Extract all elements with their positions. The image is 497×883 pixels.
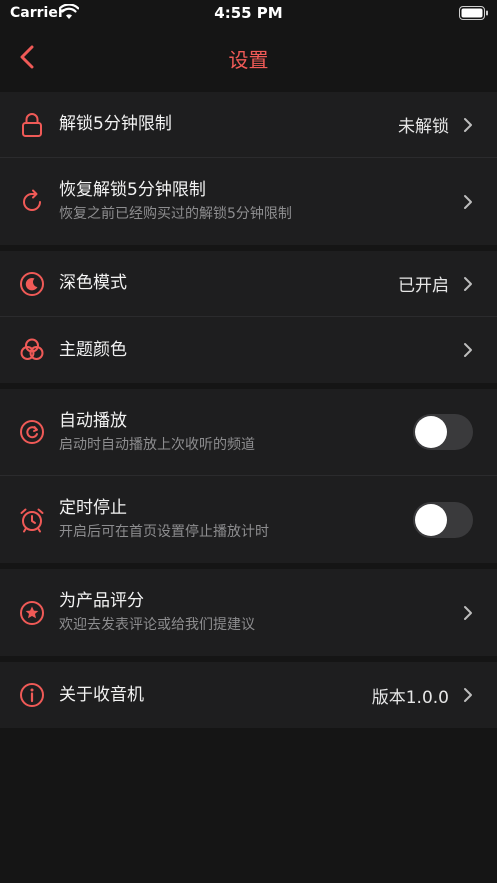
row-subtitle: 恢复之前已经购买过的解锁5分钟限制 — [59, 206, 292, 222]
moon-icon — [19, 271, 45, 297]
status-time: 4:55 PM — [214, 4, 283, 22]
row-text: 恢复解锁5分钟限制 恢复之前已经购买过的解锁5分钟限制 — [59, 179, 463, 224]
auto-play-toggle[interactable] — [413, 414, 473, 450]
row-dark-mode[interactable]: 深色模式 已开启 — [0, 251, 497, 317]
row-text: 解锁5分钟限制 — [59, 113, 398, 136]
row-unlock-limit[interactable]: 解锁5分钟限制 未解锁 — [0, 92, 497, 158]
navigation-bar: 设置 — [0, 26, 497, 90]
chevron-right-icon — [464, 194, 472, 209]
row-text: 为产品评分 欢迎去发表评论或给我们提建议 — [59, 590, 463, 635]
row-text: 主题颜色 — [59, 339, 463, 362]
row-timed-stop: 定时停止 开启后可在首页设置停止播放计时 — [0, 476, 497, 563]
color-circles-icon — [19, 337, 45, 363]
settings-group-appearance: 深色模式 已开启 主题颜色 — [0, 251, 497, 383]
refresh-icon — [19, 189, 45, 215]
row-text: 自动播放 启动时自动播放上次收听的频道 — [59, 410, 413, 455]
row-title: 定时停止 — [59, 498, 127, 518]
row-rate-product[interactable]: 为产品评分 欢迎去发表评论或给我们提建议 — [0, 569, 497, 656]
row-text: 关于收音机 — [59, 684, 372, 707]
settings-group-unlock: 解锁5分钟限制 未解锁 恢复解锁5分钟限制 恢复之前已经购买过的解锁5分钟限制 — [0, 92, 497, 245]
row-title: 主题颜色 — [59, 339, 127, 360]
chevron-right-icon — [464, 117, 472, 132]
row-restore-purchase[interactable]: 恢复解锁5分钟限制 恢复之前已经购买过的解锁5分钟限制 — [0, 158, 497, 245]
row-title: 为产品评分 — [59, 591, 144, 611]
row-title: 自动播放 — [59, 410, 127, 431]
chevron-right-icon — [464, 276, 472, 291]
row-subtitle: 开启后可在首页设置停止播放计时 — [59, 524, 269, 540]
auto-play-icon — [19, 419, 45, 445]
alarm-clock-icon — [19, 507, 45, 533]
row-value: 版本1.0.0 — [371, 687, 449, 708]
settings-group-about: 关于收音机 版本1.0.0 — [0, 662, 497, 728]
row-theme-color[interactable]: 主题颜色 — [0, 317, 497, 383]
row-text: 定时停止 开启后可在首页设置停止播放计时 — [59, 497, 413, 542]
row-subtitle: 启动时自动播放上次收听的频道 — [59, 436, 255, 453]
row-value: 已开启 — [398, 276, 449, 296]
chevron-right-icon — [464, 343, 472, 357]
settings-group-playback: 自动播放 启动时自动播放上次收听的频道 定时停止 开启后可在首页设置停止播放计时 — [0, 389, 497, 563]
page-title: 设置 — [228, 48, 269, 72]
row-title: 恢复解锁5分钟限制 — [59, 180, 206, 200]
row-text: 深色模式 — [59, 272, 398, 295]
row-value: 未解锁 — [398, 117, 449, 137]
battery-icon — [459, 6, 488, 20]
toggle-knob — [415, 416, 447, 448]
settings-group-rating: 为产品评分 欢迎去发表评论或给我们提建议 — [0, 569, 497, 656]
row-about[interactable]: 关于收音机 版本1.0.0 — [0, 662, 497, 728]
chevron-right-icon — [464, 605, 472, 620]
row-title: 解锁5分钟限制 — [59, 114, 172, 134]
row-title: 关于收音机 — [59, 684, 144, 705]
info-icon — [19, 682, 45, 708]
row-subtitle: 欢迎去发表评论或给我们提建议 — [59, 617, 255, 633]
row-title: 深色模式 — [59, 273, 127, 293]
chevron-right-icon — [464, 688, 472, 702]
status-bar: Carrier 4:55 PM — [0, 0, 497, 26]
lock-icon — [19, 112, 45, 138]
timed-stop-toggle[interactable] — [413, 501, 473, 538]
settings-list: 解锁5分钟限制 未解锁 恢复解锁5分钟限制 恢复之前已经购买过的解锁5分钟限制 — [0, 92, 497, 734]
toggle-knob — [415, 503, 447, 536]
row-auto-play: 自动播放 启动时自动播放上次收听的频道 — [0, 389, 497, 476]
star-icon — [19, 600, 45, 626]
